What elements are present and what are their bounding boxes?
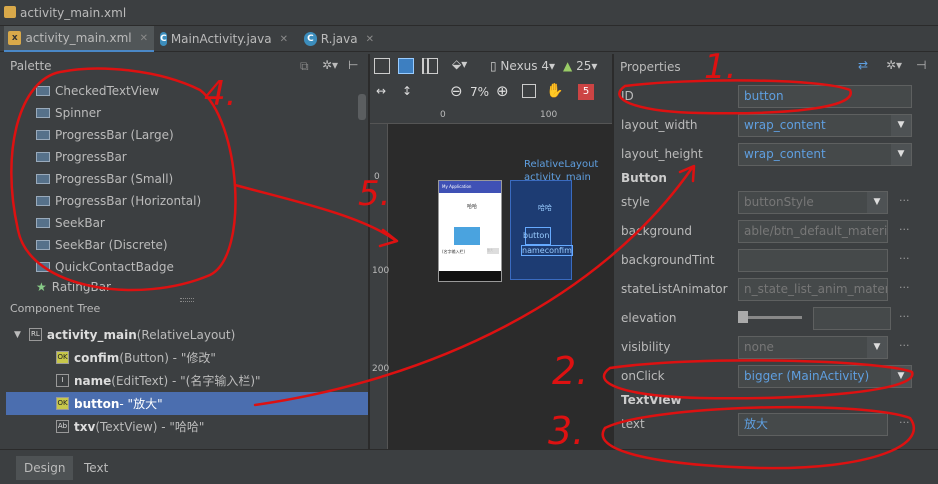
annotation-number-5: 5.	[358, 174, 390, 214]
annotation-ellipse-text	[601, 405, 916, 470]
annotation-number-2: 2.	[552, 349, 588, 393]
annotation-number-3: 3.	[548, 409, 584, 453]
annotation-ellipse-onclick	[602, 359, 914, 400]
annotation-ellipse-palette	[10, 67, 237, 292]
annotation-arrow-onclick	[253, 164, 696, 407]
annotation-overlay: 4. 5. 1. 2. 3.	[10, 47, 916, 470]
annotation-number-4: 4.	[204, 74, 236, 114]
annotation-number-1: 1.	[704, 47, 736, 87]
